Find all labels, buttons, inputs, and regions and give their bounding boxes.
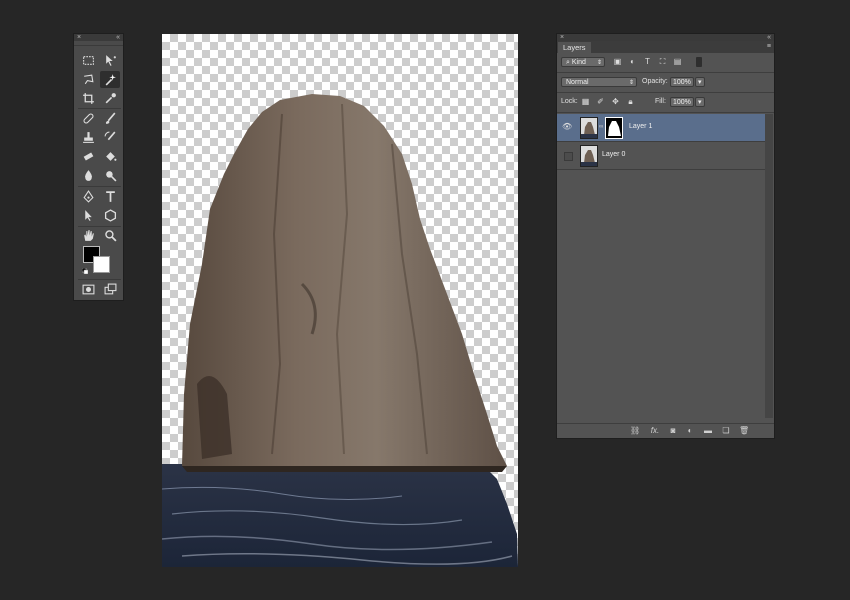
chevron-down-icon: ⇕: [628, 80, 634, 86]
hand-icon[interactable]: [78, 227, 98, 244]
mask-icon[interactable]: ◙: [668, 426, 678, 436]
canvas-image: [162, 94, 518, 567]
zoom-icon[interactable]: [100, 227, 120, 244]
crop-icon[interactable]: [78, 90, 98, 107]
layer-thumbnail: [580, 117, 598, 139]
tools-divider: [78, 108, 121, 109]
blend-mode-select[interactable]: Normal ⇕: [561, 77, 637, 87]
background-color-swatch[interactable]: [93, 256, 110, 273]
collapse-icon[interactable]: «: [767, 34, 771, 41]
dodge-icon[interactable]: [100, 167, 120, 184]
layer-name[interactable]: Layer 0: [602, 151, 625, 158]
opacity-label: Opacity:: [642, 78, 668, 85]
healing-brush-icon[interactable]: [78, 110, 98, 127]
blend-mode-value: Normal: [566, 79, 589, 86]
tools-panel: × «: [73, 33, 124, 301]
type-filter-icon[interactable]: T: [642, 57, 653, 67]
tools-divider: [78, 279, 121, 280]
opacity-value: 100%: [673, 79, 691, 86]
screen-mode-icon[interactable]: [100, 281, 120, 298]
chevron-down-icon: ▾: [698, 79, 702, 86]
visibility-toggle[interactable]: [564, 152, 573, 161]
pixel-filter-icon[interactable]: ▣: [612, 57, 623, 67]
filter-kind-label: Kind: [571, 59, 586, 66]
close-icon[interactable]: ×: [77, 34, 81, 41]
layer-thumbnail: [580, 145, 598, 167]
new-layer-icon[interactable]: ❏: [721, 426, 731, 436]
blend-row: Normal ⇕ Opacity: 100% ▾: [557, 74, 774, 90]
lock-row: Lock: ▦ ✐ ✥ 🔒︎ Fill: 100% ▾: [557, 94, 774, 110]
sea-area: [162, 464, 518, 567]
lock-all-icon[interactable]: 🔒︎: [625, 97, 636, 107]
blur-icon[interactable]: [78, 167, 98, 184]
eraser-icon[interactable]: [78, 148, 98, 165]
filter-row: ⌕ Kind ⇕ ▣ ◐ T ⛶ ▤: [557, 54, 774, 70]
smart-object-filter-icon[interactable]: ▤: [672, 57, 683, 67]
opacity-dropdown[interactable]: ▾: [695, 77, 705, 87]
lasso-icon[interactable]: [78, 71, 98, 88]
tools-title-bar[interactable]: × «: [74, 34, 123, 41]
shape-filter-icon[interactable]: ⛶: [657, 57, 668, 67]
layer-mask-thumbnail[interactable]: [605, 117, 623, 139]
collapse-icon[interactable]: «: [116, 34, 120, 41]
stamp-icon[interactable]: [78, 129, 98, 146]
trash-icon[interactable]: 🗑︎: [739, 426, 749, 436]
magic-wand-icon[interactable]: [100, 71, 120, 88]
lock-label: Lock:: [561, 98, 578, 105]
opacity-field[interactable]: 100%: [670, 77, 694, 87]
chevron-down-icon: ⇕: [596, 60, 602, 66]
panel-grip[interactable]: [74, 41, 123, 46]
move-icon[interactable]: [100, 52, 120, 69]
brush-icon[interactable]: [100, 110, 120, 127]
chevron-down-icon: ▾: [698, 99, 702, 106]
search-icon: ⌕: [566, 59, 570, 66]
filter-toggle-icon[interactable]: [696, 57, 702, 67]
layers-bottom-bar: ⛓ fx. ◙ ◐ ▬ ❏ 🗑︎: [557, 423, 774, 438]
fill-dropdown[interactable]: ▾: [695, 97, 705, 107]
layers-panel: × « Layers ≡ ⌕ Kind ⇕ ▣ ◐ T ⛶ ▤ Normal ⇕…: [556, 33, 775, 439]
layer-row[interactable]: 👁︎ ∞ Layer 1: [557, 114, 765, 142]
document-canvas[interactable]: [162, 34, 518, 567]
fx-icon[interactable]: fx.: [650, 426, 660, 436]
lock-image-icon[interactable]: ✐: [595, 97, 606, 107]
layers-title-bar[interactable]: × «: [557, 34, 774, 41]
layer-name[interactable]: Layer 1: [629, 123, 652, 130]
lock-position-icon[interactable]: ✥: [610, 97, 621, 107]
fill-value: 100%: [673, 99, 691, 106]
tab-layers[interactable]: Layers: [558, 42, 591, 53]
default-colors-icon[interactable]: [81, 267, 89, 275]
adjustment-filter-icon[interactable]: ◐: [627, 57, 638, 67]
filter-kind-select[interactable]: ⌕ Kind ⇕: [561, 57, 605, 67]
fill-label: Fill:: [655, 98, 666, 105]
tools-divider: [78, 186, 121, 187]
layer-row[interactable]: Layer 0: [557, 142, 765, 170]
layers-tab-row: Layers ≡: [557, 41, 774, 53]
path-selection-icon[interactable]: [78, 207, 98, 224]
lock-transparent-icon[interactable]: ▦: [580, 97, 591, 107]
eye-icon[interactable]: 👁︎: [562, 122, 572, 132]
layers-scrollbar[interactable]: [765, 114, 773, 418]
panel-menu-icon[interactable]: ≡: [767, 43, 771, 50]
link-icon[interactable]: ⛓: [630, 426, 640, 436]
adjustment-icon[interactable]: ◐: [685, 426, 695, 436]
fill-field[interactable]: 100%: [670, 97, 694, 107]
shape-icon[interactable]: [100, 207, 120, 224]
close-icon[interactable]: ×: [560, 34, 564, 41]
history-brush-icon[interactable]: [100, 129, 120, 146]
marquee-icon[interactable]: [78, 52, 98, 69]
type-icon[interactable]: [100, 188, 120, 205]
eyedropper-icon[interactable]: [100, 90, 120, 107]
folder-icon[interactable]: ▬: [703, 426, 713, 436]
paint-bucket-icon[interactable]: [100, 148, 120, 165]
pen-icon[interactable]: [78, 188, 98, 205]
quick-mask-icon[interactable]: [78, 281, 98, 298]
mask-link-icon[interactable]: ∞: [599, 124, 603, 130]
